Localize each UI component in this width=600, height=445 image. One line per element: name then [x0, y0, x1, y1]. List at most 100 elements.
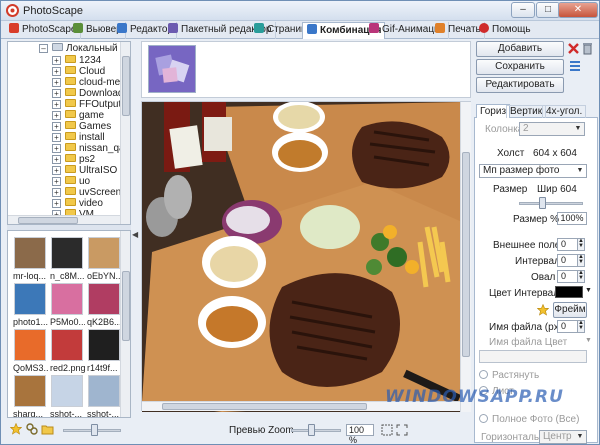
expand-icon[interactable]: +: [52, 188, 61, 197]
spinner-arrows-icon[interactable]: ▲ ▼: [577, 254, 585, 267]
tree-item[interactable]: + Downloads: [52, 88, 128, 99]
thumbnail-image[interactable]: [51, 375, 83, 407]
tree-root[interactable]: – Локальный ди: [39, 43, 130, 54]
expand-icon[interactable]: +: [52, 67, 61, 76]
thumbnail-image[interactable]: [51, 283, 83, 315]
tree-item[interactable]: + Games: [52, 121, 111, 132]
thumbnail-image[interactable]: [14, 237, 46, 269]
expand-icon[interactable]: +: [52, 177, 61, 186]
close-button[interactable]: ✕: [558, 2, 598, 18]
save-button[interactable]: Сохранить: [476, 59, 564, 75]
thumbnail-image[interactable]: [51, 237, 83, 269]
thumbnail-image[interactable]: [88, 237, 120, 269]
collapse-icon[interactable]: –: [39, 44, 48, 53]
link-icon[interactable]: [26, 423, 38, 435]
radio-icon[interactable]: [479, 414, 488, 423]
expand-icon[interactable]: +: [52, 133, 61, 142]
thumbnail-image[interactable]: [88, 283, 120, 315]
fit-icon[interactable]: [381, 424, 393, 436]
star-icon[interactable]: [10, 423, 22, 435]
spinner-arrows-icon[interactable]: ▲ ▼: [577, 270, 585, 283]
chevron-down-icon[interactable]: ▼: [585, 337, 592, 344]
tree-item[interactable]: + install: [52, 132, 105, 143]
expand-icon[interactable]: +: [52, 111, 61, 120]
tree-item[interactable]: + game: [52, 110, 104, 121]
align-select[interactable]: Центр ▼: [539, 430, 587, 444]
expand-icon[interactable]: +: [52, 144, 61, 153]
tree-item[interactable]: + ps2: [52, 154, 95, 165]
remove-icon[interactable]: [568, 43, 579, 54]
preview-vscrollbar-thumb[interactable]: [462, 152, 470, 357]
maximize-button[interactable]: □: [536, 2, 560, 18]
thumbnail-image[interactable]: [88, 329, 120, 361]
tree-item[interactable]: +1234: [52, 55, 101, 66]
spinner-arrows-icon[interactable]: ▲ ▼: [577, 238, 585, 251]
thumbnail-image[interactable]: [88, 375, 120, 407]
folder-tree: – Локальный ди +1234 + Cloud + cloud-mega + Dow…: [7, 41, 131, 225]
tab-help[interactable]: Помощь: [475, 22, 534, 39]
tree-scrollbar-thumb[interactable]: [122, 56, 130, 116]
expand-icon[interactable]: +: [52, 122, 61, 131]
edit-button[interactable]: Редактировать: [476, 77, 564, 93]
filename-color-field[interactable]: [479, 350, 587, 363]
tree-item[interactable]: + uo: [52, 176, 90, 187]
collapse-left-arrow[interactable]: ◀: [132, 230, 139, 239]
expand-icon[interactable]: +: [52, 78, 61, 87]
minimize-button[interactable]: –: [511, 2, 535, 18]
tree-item[interactable]: + UltraISO: [52, 165, 117, 176]
expand-icon[interactable]: +: [52, 100, 61, 109]
expand-icon[interactable]: +: [52, 166, 61, 175]
outer-margin-spinner[interactable]: 0 ▲ ▼: [557, 238, 585, 251]
thumbnail-image[interactable]: [14, 375, 46, 407]
add-button[interactable]: Добавить: [476, 41, 564, 57]
size-slider-knob[interactable]: [539, 197, 546, 209]
app-window: PhotoScape – □ ✕ PhotoScape Вьювер Редак…: [0, 0, 600, 445]
thumbs-scrollbar-thumb[interactable]: [122, 271, 130, 341]
tab-four-corner[interactable]: 4х-угол.: [542, 105, 587, 118]
zoom-slider-knob[interactable]: [308, 424, 315, 436]
expand-icon[interactable]: +: [52, 89, 61, 98]
interval-spinner[interactable]: 0 ▲ ▼: [557, 254, 585, 267]
tree-hscrollbar[interactable]: [8, 215, 120, 224]
radio-icon[interactable]: [479, 370, 488, 379]
oval-spinner[interactable]: 0 ▲ ▼: [557, 270, 585, 283]
thumb-size-slider-knob[interactable]: [91, 424, 98, 436]
actual-size-icon[interactable]: [396, 424, 408, 436]
thumbs-scrollbar[interactable]: [120, 231, 130, 417]
star-icon[interactable]: [537, 304, 549, 316]
zoom-value[interactable]: 100 %: [346, 424, 374, 444]
interval-color-swatch[interactable]: [555, 286, 583, 298]
thumbnail-image[interactable]: [51, 329, 83, 361]
tree-item[interactable]: + FFOutput: [52, 99, 121, 110]
frame-button[interactable]: Фрейм: [553, 302, 587, 318]
size-mode-select[interactable]: Мп размер фото ▼: [479, 164, 587, 178]
selected-photo-thumbnail[interactable]: [148, 45, 196, 93]
chevron-down-icon[interactable]: ▼: [585, 287, 592, 294]
preview-hscrollbar-thumb[interactable]: [162, 403, 367, 410]
filename-size-spinner[interactable]: 0 ▲ ▼: [557, 320, 585, 333]
trash-icon[interactable]: [582, 42, 593, 55]
size-percent-value[interactable]: 100%: [557, 212, 587, 225]
zoom-slider[interactable]: [291, 429, 341, 432]
stretch-option[interactable]: Растянуть: [479, 370, 539, 381]
tree-item[interactable]: + Cloud: [52, 66, 105, 77]
tab-vertical[interactable]: Вертик: [506, 105, 547, 118]
tab-horizontal[interactable]: Гориз: [476, 104, 511, 118]
column-select[interactable]: 2 ▼: [519, 122, 585, 136]
list-icon[interactable]: [569, 60, 581, 72]
app-icon: [6, 4, 19, 17]
size-slider[interactable]: [519, 202, 583, 205]
full-photo-option[interactable]: Полное Фото (Все): [479, 414, 579, 425]
preview-vscrollbar[interactable]: [460, 102, 471, 412]
tree-hscrollbar-thumb[interactable]: [18, 217, 78, 224]
expand-icon[interactable]: +: [52, 199, 61, 208]
thumbnail-label: sshot-...: [87, 409, 120, 418]
tree-scrollbar[interactable]: [120, 42, 130, 224]
thumbnail-image[interactable]: [14, 329, 46, 361]
folder-icon[interactable]: [41, 423, 54, 435]
expand-icon[interactable]: +: [52, 155, 61, 164]
thumbnail-image[interactable]: [14, 283, 46, 315]
tree-item[interactable]: + video: [52, 198, 103, 209]
spinner-arrows-icon[interactable]: ▲ ▼: [577, 320, 585, 333]
expand-icon[interactable]: +: [52, 56, 61, 65]
